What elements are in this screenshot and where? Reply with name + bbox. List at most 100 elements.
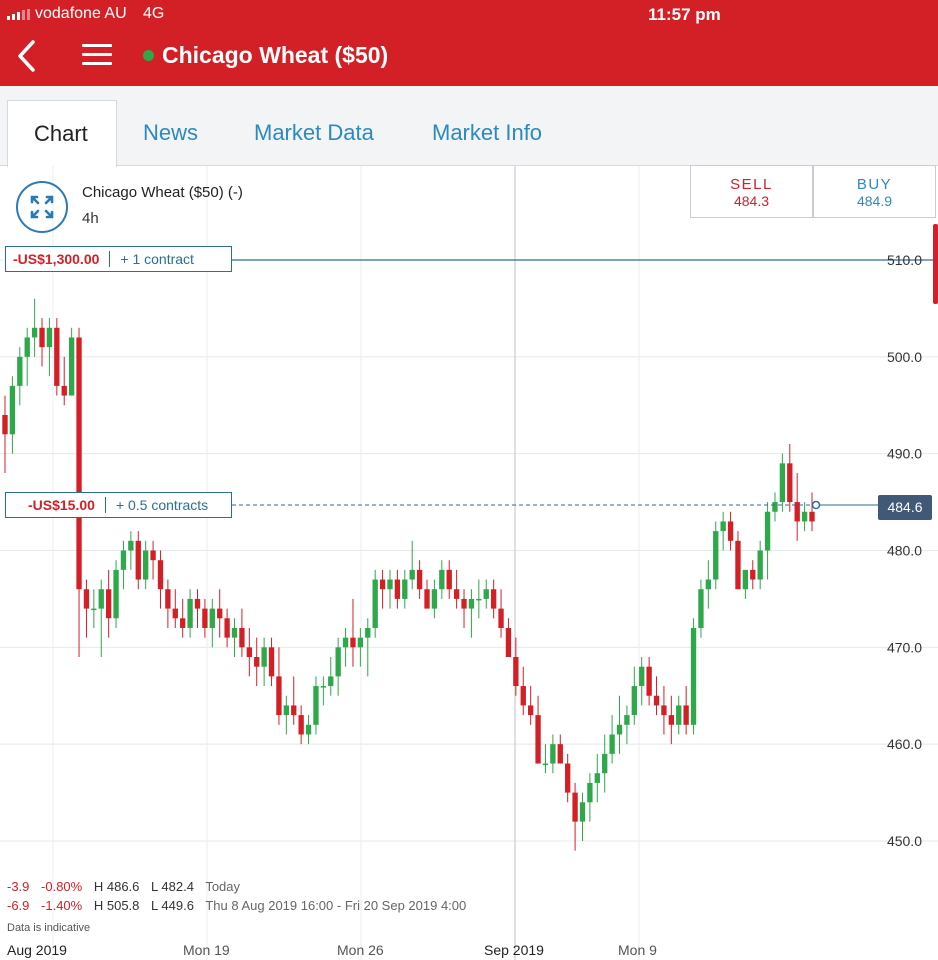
- low-value: L 482.4: [151, 879, 194, 894]
- candle-body: [172, 608, 178, 619]
- candle-body: [602, 753, 608, 774]
- change-value: -3.9: [7, 879, 30, 894]
- candle-body: [409, 569, 415, 580]
- candle-body: [239, 627, 245, 648]
- candle-body: [202, 608, 208, 628]
- candle-body: [565, 763, 571, 793]
- sell-button[interactable]: SELL 484.3: [690, 165, 813, 218]
- candle-body: [194, 598, 201, 609]
- candle-body: [291, 705, 297, 716]
- carrier-name: vodafone AU: [35, 5, 127, 22]
- candle-body: [424, 589, 430, 609]
- stats-today: -3.9 -0.80% H 486.6 L 482.4 Today: [7, 879, 248, 894]
- last-price-marker: [811, 500, 821, 510]
- candle-body: [61, 385, 67, 396]
- change-value: -6.9: [7, 898, 30, 913]
- candle-body: [120, 550, 127, 570]
- sell-price: 484.3: [733, 193, 770, 209]
- menu-button[interactable]: [82, 44, 112, 68]
- candle-body: [468, 598, 475, 609]
- buy-price: 484.9: [856, 193, 893, 209]
- buy-button[interactable]: BUY 484.9: [813, 165, 936, 218]
- tab-chart[interactable]: Chart: [7, 100, 117, 167]
- candle-body: [46, 327, 53, 348]
- position-pnl: -US$15.00: [28, 497, 95, 513]
- candle-body: [668, 715, 674, 725]
- page-title: Chicago Wheat ($50): [162, 42, 389, 68]
- candle-body: [305, 724, 312, 735]
- price-chart[interactable]: 510.0 500.0 490.0 480.0 470.0 460.0 450.0 Aug …: [0, 166, 938, 960]
- low-value: L 449.6: [151, 898, 194, 913]
- candle-body: [105, 589, 112, 619]
- position-label[interactable]: -US$15.00 + 0.5 contracts: [5, 492, 232, 518]
- position-label[interactable]: -US$1,300.00 + 1 contract: [5, 246, 232, 272]
- position-pnl: -US$1,300.00: [13, 251, 100, 267]
- x-tick-label: Sep 2019: [484, 942, 544, 958]
- candle-body: [720, 521, 726, 532]
- candle-body: [787, 463, 793, 503]
- y-tick-label: 500.0: [887, 349, 922, 365]
- candle-body: [557, 744, 563, 764]
- candle-body: [572, 792, 578, 822]
- candle-body: [727, 521, 734, 541]
- candle-body: [128, 540, 134, 551]
- candle-body: [217, 608, 223, 619]
- position-size: + 0.5 contracts: [115, 497, 209, 513]
- candle-body: [542, 763, 549, 766]
- candle-body: [661, 705, 667, 716]
- chart-panel: 510.0 500.0 490.0 480.0 470.0 460.0 450.0 Aug …: [0, 165, 938, 960]
- candle-body: [690, 627, 697, 725]
- candle-body: [24, 337, 30, 357]
- candle-body: [31, 327, 38, 338]
- candle-body: [639, 666, 645, 687]
- candle-body: [809, 511, 815, 522]
- candle-body: [180, 618, 186, 628]
- hamburger-icon: [82, 44, 112, 47]
- tab-market-data[interactable]: Market Data: [254, 100, 374, 166]
- candle-body: [68, 337, 75, 396]
- y-tick-label: 480.0: [887, 543, 922, 559]
- candle-body: [209, 608, 215, 628]
- buy-label: BUY: [856, 176, 893, 193]
- candle-body: [17, 356, 23, 386]
- candle-body: [624, 715, 630, 725]
- expand-icon: [30, 195, 54, 219]
- back-button[interactable]: [12, 38, 42, 74]
- candle-body: [254, 657, 260, 667]
- candle-body: [535, 715, 541, 764]
- y-tick-label: 490.0: [887, 446, 922, 462]
- candle-body: [483, 589, 489, 599]
- candle-body: [402, 579, 408, 599]
- position-size: + 1 contract: [120, 251, 194, 267]
- candle-body: [2, 414, 8, 435]
- candle-body: [283, 705, 290, 716]
- candle-body: [387, 579, 393, 590]
- candle-body: [83, 589, 90, 609]
- network-type: 4G: [143, 5, 165, 22]
- candle-body: [594, 773, 600, 783]
- candle-body: [646, 666, 652, 696]
- candle-body: [616, 724, 623, 735]
- status-bar: vodafone AU 4G 11:57 pm: [0, 0, 938, 28]
- candle-body: [653, 695, 660, 706]
- candle-body: [416, 569, 423, 590]
- tab-market-info[interactable]: Market Info: [432, 100, 542, 166]
- candle-body: [431, 589, 438, 609]
- candle-body: [705, 579, 712, 590]
- signal-strength-icon: [7, 9, 30, 20]
- candle-body: [224, 618, 230, 638]
- candle-body: [135, 540, 141, 580]
- candle-body: [276, 676, 282, 716]
- candle-body: [779, 463, 786, 503]
- tab-news[interactable]: News: [143, 100, 198, 166]
- candle-body: [261, 647, 267, 667]
- candle-body: [246, 647, 252, 658]
- expand-chart-button[interactable]: [16, 181, 68, 233]
- chart-interval[interactable]: 4h: [82, 210, 99, 227]
- candle-body: [579, 802, 586, 822]
- candle-body: [350, 637, 356, 648]
- disclaimer: Data is indicative: [7, 922, 91, 934]
- tab-bar: Chart News Market Data Market Info: [0, 86, 938, 167]
- candle-body: [498, 608, 504, 628]
- chevron-left-icon: [18, 40, 35, 72]
